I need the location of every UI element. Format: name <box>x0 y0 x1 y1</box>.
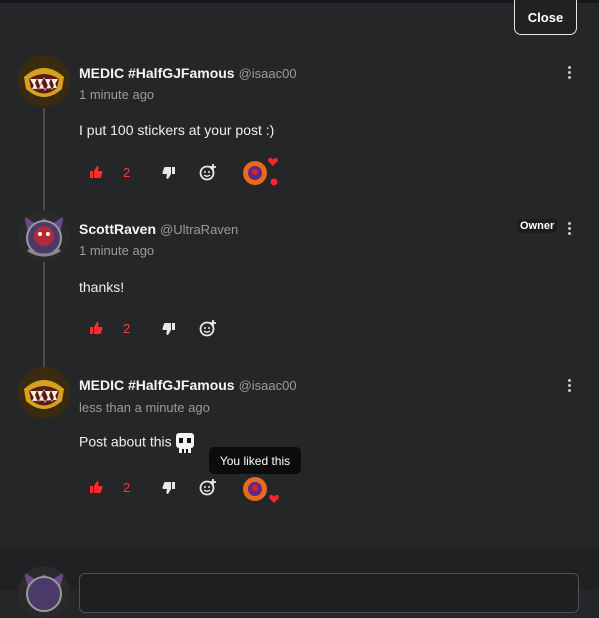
comment-input[interactable] <box>79 573 579 613</box>
author-handle[interactable]: @isaac00 <box>239 378 297 393</box>
sticker-reaction[interactable] <box>242 476 268 502</box>
add-sticker-icon[interactable] <box>199 478 217 496</box>
monster-mouth-icon <box>18 367 70 419</box>
raven-emblem-icon <box>18 566 70 618</box>
comment-text: Post about this <box>79 432 196 454</box>
like-count: 2 <box>123 480 131 495</box>
comment-item: MEDIC #HalfGJFamous @isaac00 less than a … <box>0 0 599 520</box>
thumbs-up-icon[interactable] <box>89 480 103 494</box>
heart-icon <box>269 494 279 503</box>
more-options-icon[interactable] <box>563 377 575 395</box>
author-name[interactable]: MEDIC #HalfGJFamous @isaac00 <box>79 377 297 393</box>
avatar <box>18 566 70 618</box>
thumbs-down-icon[interactable] <box>162 481 176 495</box>
tooltip: You liked this <box>209 447 301 474</box>
timestamp: less than a minute ago <box>79 400 210 415</box>
avatar[interactable] <box>18 367 70 419</box>
sticker-icon <box>243 477 267 501</box>
skull-icon <box>175 433 194 453</box>
comment-text-content: Post about this <box>79 433 172 450</box>
